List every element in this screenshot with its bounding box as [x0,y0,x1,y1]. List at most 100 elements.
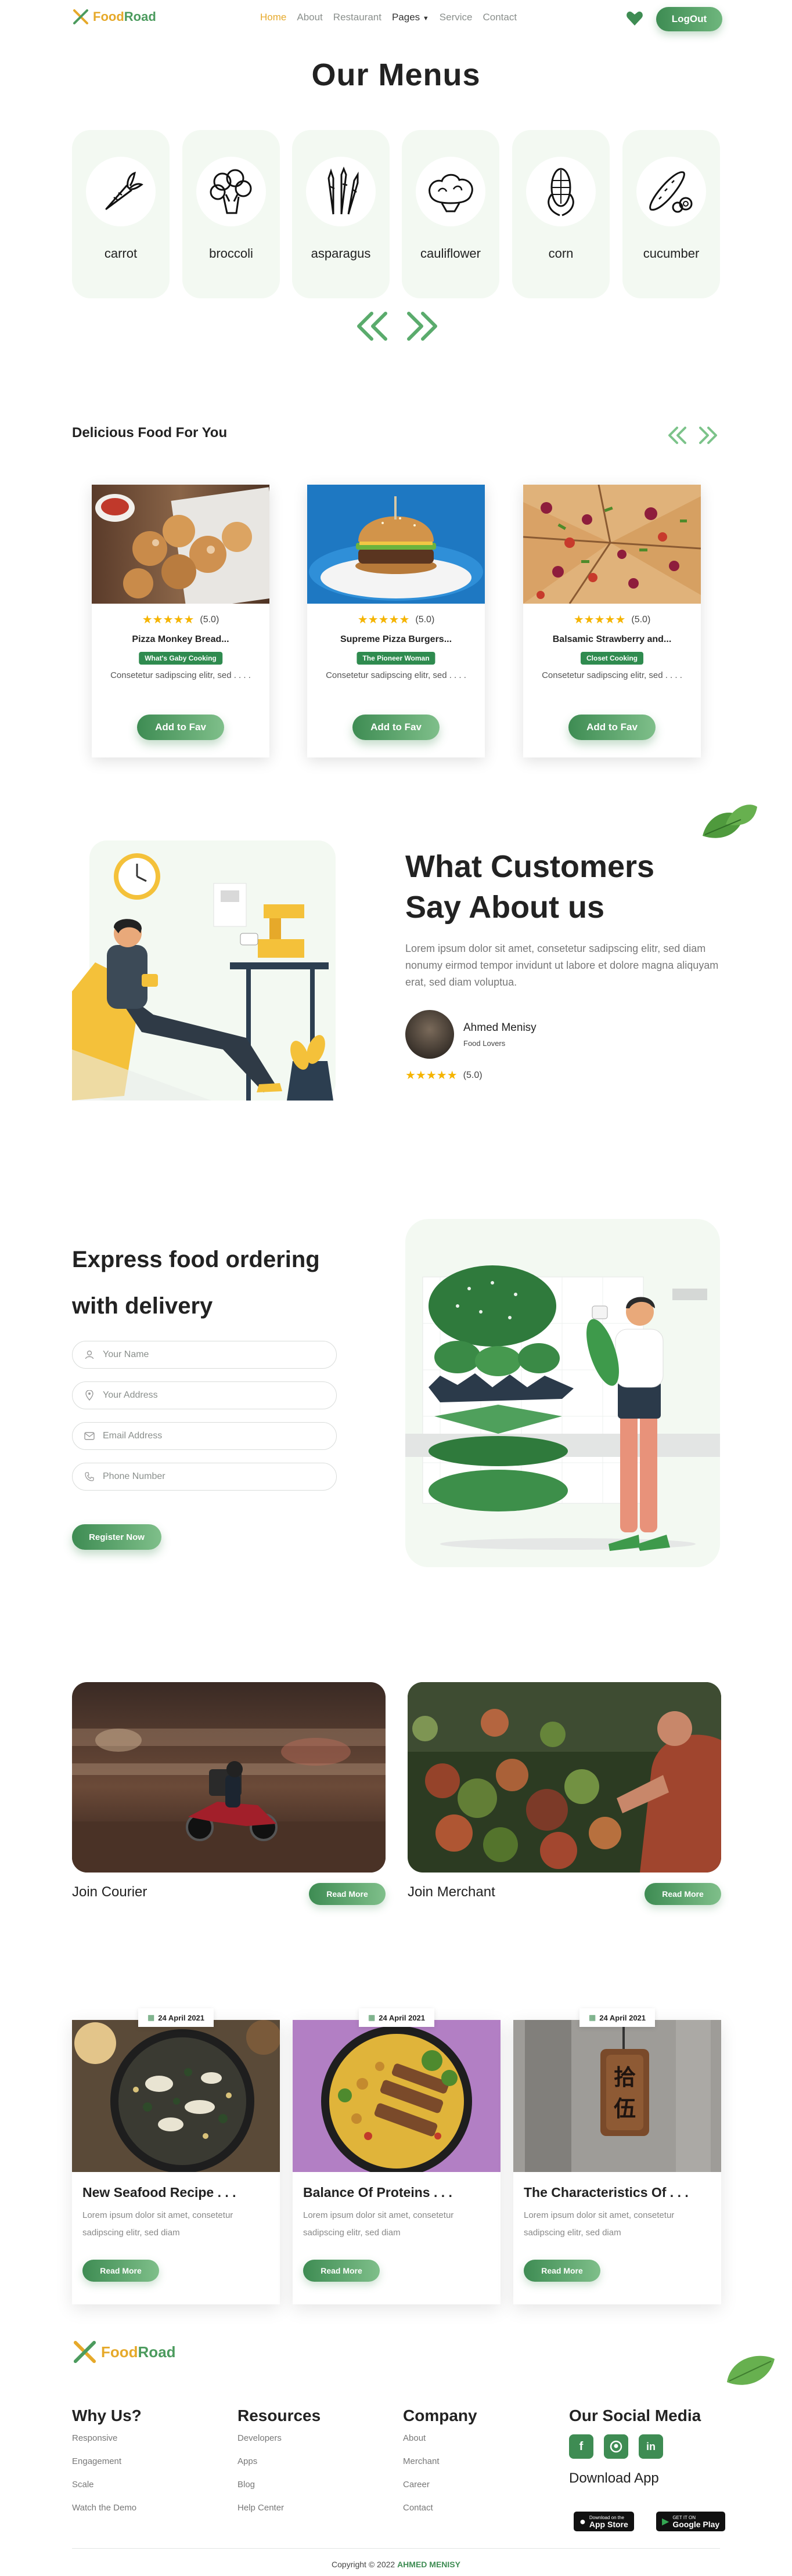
email-placeholder: Email Address [103,1431,163,1441]
food-name: Balsamic Strawberry and... [552,634,672,644]
footer-link[interactable]: Contact [403,2503,433,2513]
github-icon[interactable] [604,2434,628,2459]
rating-value: (5.0) [463,1070,483,1080]
footer-company-title: Company [403,2407,477,2425]
nav-pages-label: Pages [391,12,420,23]
logo-text: FoodRoad [101,2343,176,2361]
merchant-read-more-button[interactable]: Read More [645,1883,721,1905]
menu-icon-circle [306,157,376,226]
nav-restaurant[interactable]: Restaurant [333,12,381,23]
add-to-fav-button[interactable]: Add to Fav [137,715,224,740]
nav-home[interactable]: Home [260,12,286,23]
merchant-image [408,1682,721,1873]
food-desc: Consetetur sadipscing elitr, sed . . . . [110,670,251,680]
footer-link[interactable]: Merchant [403,2456,440,2466]
menu-label: cucumber [643,246,700,261]
add-to-fav-button[interactable]: Add to Fav [568,715,656,740]
logout-button[interactable]: LogOut [656,7,722,31]
blog-title[interactable]: New Seafood Recipe . . . [82,2185,236,2200]
add-to-fav-button[interactable]: Add to Fav [352,715,440,740]
logo[interactable]: FoodRoad [72,8,156,26]
join-merchant-label: Join Merchant [408,1884,495,1900]
copyright-name[interactable]: AHMED MENISY [397,2560,460,2569]
logo-text: FoodRoad [93,9,156,24]
menu-label: corn [548,246,574,261]
menu-label: asparagus [311,246,371,261]
rating-value: (5.0) [200,614,219,625]
menu-card-cauliflower[interactable]: cauliflower [402,130,499,298]
author-role: Food Lovers [463,1039,506,1048]
leaf-icon [727,2355,775,2385]
footer-link[interactable]: Apps [237,2456,257,2466]
blog-title[interactable]: The Characteristics Of . . . [524,2185,689,2200]
facebook-icon[interactable]: f [569,2434,593,2459]
footer-link[interactable]: About [403,2433,426,2443]
name-field[interactable]: Your Name [72,1341,337,1369]
nav-links: Home About Restaurant Pages ▼ Service Co… [260,12,517,23]
blog-date-text: 24 April 2021 [379,2013,426,2022]
nav-about[interactable]: About [297,12,322,23]
rating-value: (5.0) [631,614,651,625]
nav-pages[interactable]: Pages ▼ [392,12,429,23]
testimonial-title-line2: Say About us [405,890,605,925]
phone-field[interactable]: Phone Number [72,1463,337,1491]
menu-icon-circle [196,157,266,226]
footer-link[interactable]: Career [403,2480,430,2490]
menu-label: cauliflower [420,246,481,261]
testimonial-title-line1: What Customers [405,849,655,884]
blog-card: ▦ 24 April 2021 New Seafood Recipe . . . … [72,2008,280,2304]
svg-text:拾: 拾 [614,2065,636,2090]
address-field[interactable]: Your Address [72,1381,337,1409]
google-play-badge[interactable]: ▶ GET IT ON Google Play [656,2512,726,2531]
menu-card-corn[interactable]: corn [512,130,610,298]
footer-link[interactable]: Engagement [72,2456,121,2466]
courier-read-more-button[interactable]: Read More [309,1883,386,1905]
cauliflower-icon [429,174,473,212]
blog-read-more-button[interactable]: Read More [303,2260,380,2282]
email-field[interactable]: Email Address [72,1422,337,1450]
blog-date-text: 24 April 2021 [599,2013,646,2022]
heart-icon[interactable] [626,10,643,27]
calendar-icon: ▦ [368,2013,376,2022]
googleplay-big-text: Google Play [672,2519,720,2529]
double-chevron-right-icon[interactable] [697,426,719,445]
footer-link[interactable]: Help Center [237,2503,284,2513]
mail-icon [84,1431,95,1441]
courier-image [72,1682,386,1873]
nav-service[interactable]: Service [440,12,473,23]
footer-why-title: Why Us? [72,2407,142,2425]
join-courier-label: Join Courier [72,1884,147,1900]
blog-desc: Lorem ipsum dolor sit amet, consetetur s… [82,2210,233,2238]
blog-read-more-button[interactable]: Read More [524,2260,600,2282]
user-icon [84,1350,95,1360]
menu-card-broccoli[interactable]: broccoli [182,130,280,298]
menu-card-cucumber[interactable]: cucumber [622,130,720,298]
footer-link[interactable]: Watch the Demo [72,2503,136,2513]
phone-placeholder: Phone Number [103,1471,165,1481]
linkedin-icon[interactable]: in [639,2434,663,2459]
blog-read-more-button[interactable]: Read More [82,2260,159,2282]
blog-title[interactable]: Balance Of Proteins . . . [303,2185,452,2200]
food-desc: Consetetur sadipscing elitr, sed . . . . [542,670,682,680]
nav-contact[interactable]: Contact [483,12,517,23]
copyright-prefix: Copyright © 2022 [332,2560,395,2569]
double-chevron-left-icon[interactable] [354,311,391,341]
register-now-button[interactable]: Register Now [72,1524,161,1550]
double-chevron-right-icon[interactable] [403,311,440,341]
menu-card-asparagus[interactable]: asparagus [292,130,390,298]
blog-date: ▦ 24 April 2021 [358,2008,435,2027]
blog-desc: Lorem ipsum dolor sit amet, consetetur s… [303,2210,454,2238]
double-chevron-left-icon[interactable] [667,426,689,445]
food-name: Supreme Pizza Burgers... [340,634,452,644]
footer-link[interactable]: Responsive [72,2433,117,2443]
rating-stars: ★★★★★ (5.0) [142,614,219,626]
footer-link[interactable]: Blog [237,2480,255,2490]
name-placeholder: Your Name [103,1350,149,1359]
menu-card-carrot[interactable]: carrot [72,130,170,298]
testimonial-title: What Customers Say About us [405,846,654,928]
footer-link[interactable]: Developers [237,2433,282,2443]
app-store-badge[interactable]: ● Download on the App Store [574,2512,634,2531]
footer-logo[interactable]: FoodRoad [72,2339,176,2365]
location-pin-icon [84,1390,95,1401]
footer-link[interactable]: Scale [72,2480,94,2490]
